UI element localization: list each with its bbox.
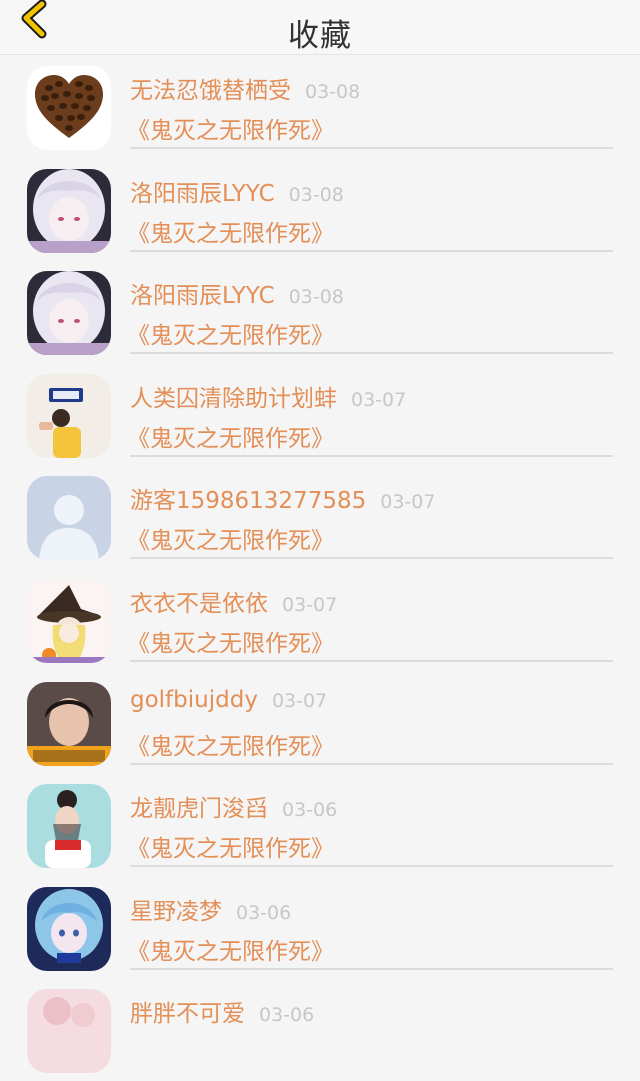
item-header: 衣衣不是依依 03-07 xyxy=(130,584,337,618)
anime-white-hair-avatar xyxy=(27,271,111,356)
list-item[interactable]: 衣衣不是依依 03-07 《鬼灭之无限作死》 xyxy=(0,568,640,671)
divider xyxy=(130,762,613,765)
book-title[interactable]: 《鬼灭之无限作死》 xyxy=(127,829,334,863)
user-name[interactable]: 人类囚清除助计划蚌 xyxy=(130,386,337,412)
item-header: 星野凌梦 03-06 xyxy=(130,892,291,926)
book-title[interactable]: 《鬼灭之无限作死》 xyxy=(127,521,334,555)
anime-white-hair-avatar xyxy=(27,168,111,253)
item-header: 无法忍饿替栖受 03-08 xyxy=(130,71,360,105)
favorite-date: 03-06 xyxy=(236,901,292,924)
book-title[interactable]: 《鬼灭之无限作死》 xyxy=(127,419,334,453)
list-item[interactable]: 胖胖不可爱 03-06 xyxy=(0,978,640,1081)
pink-avatar xyxy=(27,989,111,1074)
user-name[interactable]: golfbiujddy xyxy=(130,687,258,713)
list-item[interactable]: 人类囚清除助计划蚌 03-07 《鬼灭之无限作死》 xyxy=(0,363,640,466)
divider xyxy=(130,249,613,252)
item-header: 游客1598613277585 03-07 xyxy=(130,481,435,515)
list-item[interactable]: 洛阳雨辰LYYC 03-08 《鬼灭之无限作死》 xyxy=(0,260,640,363)
blue-hair-anime-avatar xyxy=(27,886,111,971)
divider xyxy=(130,352,613,355)
favorite-date: 03-08 xyxy=(288,286,344,309)
list-item[interactable]: 龙靓虎门浚舀 03-06 《鬼灭之无限作死》 xyxy=(0,773,640,876)
top-bar: 收藏 xyxy=(0,0,640,55)
favorite-date: 03-08 xyxy=(305,81,361,103)
book-title[interactable]: 《鬼灭之无限作死》 xyxy=(127,214,334,248)
book-title[interactable]: 《鬼灭之无限作死》 xyxy=(127,727,334,761)
boy-photo-avatar xyxy=(27,681,111,766)
user-name[interactable]: 胖胖不可爱 xyxy=(130,1001,245,1027)
item-header: 龙靓虎门浚舀 03-06 xyxy=(130,789,337,823)
book-title[interactable]: 《鬼灭之无限作死》 xyxy=(127,316,334,350)
favorite-date: 03-07 xyxy=(351,388,407,411)
favorite-date: 03-07 xyxy=(282,593,338,616)
favorite-date: 03-07 xyxy=(271,689,328,712)
item-header: golfbiujddy 03-07 xyxy=(130,687,327,713)
user-name[interactable]: 洛阳雨辰LYYC xyxy=(130,181,275,207)
girl-red-scarf-avatar xyxy=(27,784,111,869)
book-title[interactable]: 《鬼灭之无限作死》 xyxy=(127,111,334,145)
list-item[interactable]: golfbiujddy 03-07 《鬼灭之无限作死》 xyxy=(0,671,640,774)
favorite-date: 03-06 xyxy=(282,799,338,822)
item-header: 人类囚清除助计划蚌 03-07 xyxy=(130,379,406,413)
favorite-date: 03-08 xyxy=(288,183,344,206)
list-item[interactable]: 洛阳雨辰LYYC 03-08 《鬼灭之无限作死》 xyxy=(0,158,640,261)
witch-girl-avatar xyxy=(27,578,111,663)
user-name[interactable]: 洛阳雨辰LYYC xyxy=(130,283,275,309)
item-header: 洛阳雨辰LYYC 03-08 xyxy=(130,174,344,208)
divider xyxy=(130,659,613,662)
user-name[interactable]: 龙靓虎门浚舀 xyxy=(130,796,268,822)
divider xyxy=(130,454,613,457)
list-item[interactable]: 无法忍饿替栖受 03-08 《鬼灭之无限作死》 xyxy=(0,55,640,158)
favorite-date: 03-07 xyxy=(380,491,436,514)
user-name[interactable]: 衣衣不是依依 xyxy=(130,591,268,617)
heart-coffee-beans-avatar xyxy=(27,66,111,150)
divider xyxy=(130,865,613,868)
user-name[interactable]: 无法忍饿替栖受 xyxy=(130,78,291,104)
default-user-avatar xyxy=(27,476,111,561)
list-item[interactable]: 星野凌梦 03-06 《鬼灭之无限作死》 xyxy=(0,876,640,979)
divider xyxy=(130,147,613,149)
book-title[interactable]: 《鬼灭之无限作死》 xyxy=(127,624,334,658)
page-title: 收藏 xyxy=(288,18,352,54)
divider xyxy=(130,967,613,970)
book-title[interactable]: 《鬼灭之无限作死》 xyxy=(127,932,334,966)
item-header: 洛阳雨辰LYYC 03-08 xyxy=(130,276,344,310)
user-name[interactable]: 游客1598613277585 xyxy=(130,488,366,514)
list-item[interactable]: 游客1598613277585 03-07 《鬼灭之无限作死》 xyxy=(0,465,640,568)
favorite-date: 03-06 xyxy=(259,1004,315,1027)
item-header: 胖胖不可爱 03-06 xyxy=(130,994,314,1028)
user-name[interactable]: 星野凌梦 xyxy=(130,899,222,925)
favorites-list: 无法忍饿替栖受 03-08 《鬼灭之无限作死》 洛阳雨辰LYYC 03-08 《鬼灭… xyxy=(0,55,640,1081)
divider xyxy=(130,557,613,560)
person-fila-avatar xyxy=(27,373,111,458)
